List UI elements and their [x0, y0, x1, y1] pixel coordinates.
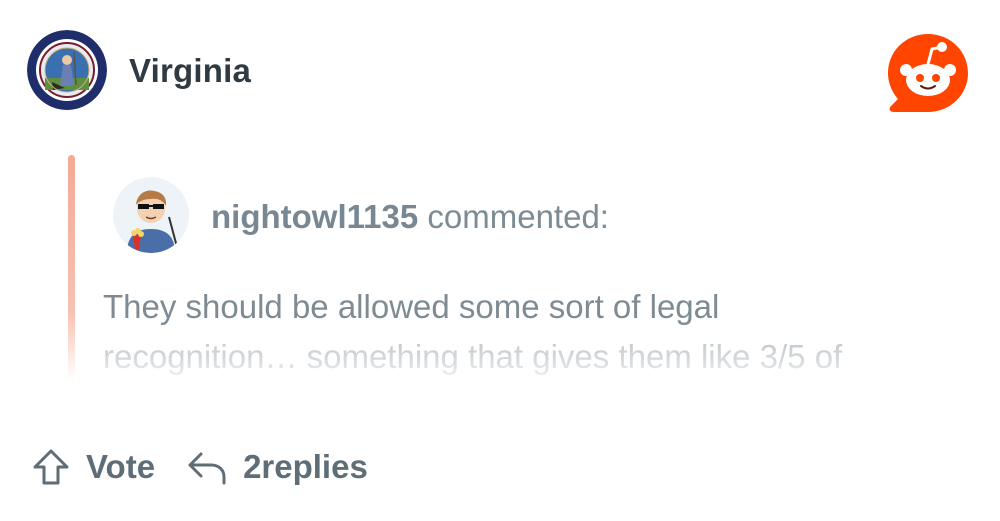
comment-body: They should be allowed some sort of lega…: [103, 282, 963, 382]
comment-card: Virginia nightowl1135 commented: They sh…: [0, 0, 1000, 521]
comment-text-line-1: They should be allowed some sort of lega…: [103, 288, 720, 325]
upvote-arrow-icon: [30, 446, 72, 488]
quote-bar: [68, 155, 75, 380]
vote-button[interactable]: Vote: [30, 446, 155, 488]
comment-action-text: commented:: [427, 198, 609, 235]
username[interactable]: nightowl1135: [211, 198, 418, 235]
vote-label: Vote: [86, 448, 156, 485]
virginia-seal-icon[interactable]: [27, 30, 107, 110]
replies-label: 2replies: [243, 448, 368, 485]
action-bar: Vote 2replies: [30, 442, 368, 492]
subreddit-name[interactable]: Virginia: [129, 52, 251, 90]
reply-arrow-icon: [185, 446, 229, 488]
reddit-snoo-icon[interactable]: [884, 30, 972, 118]
user-avatar-icon[interactable]: [113, 177, 189, 253]
comment-meta: nightowl1135 commented:: [211, 198, 609, 236]
quoted-comment[interactable]: nightowl1135 commented: They should be a…: [65, 155, 965, 385]
comment-text-line-2: recognition… something that gives them l…: [103, 338, 843, 375]
replies-button[interactable]: 2replies: [185, 446, 368, 488]
header: Virginia: [27, 30, 972, 116]
